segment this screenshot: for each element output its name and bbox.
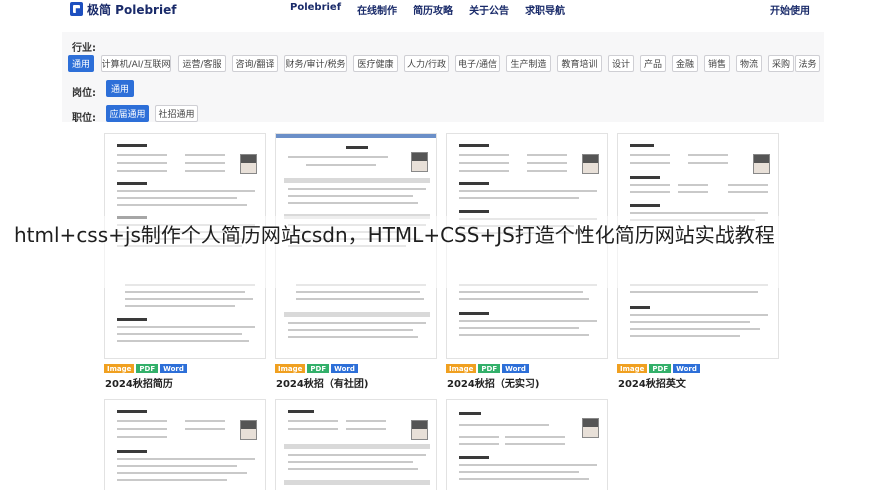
nav-item-online-make[interactable]: 在线制作: [357, 2, 397, 17]
format-badges: Image PDF Word: [104, 364, 187, 373]
resume-template-card[interactable]: [275, 399, 437, 490]
template-title[interactable]: 2024秋招简历: [105, 375, 173, 390]
format-badges: Image PDF Word: [446, 364, 529, 373]
industry-tag[interactable]: 金融: [672, 55, 698, 72]
format-badges: Image PDF Word: [275, 364, 358, 373]
image-badge[interactable]: Image: [104, 364, 135, 373]
industry-label: 行业:: [72, 43, 96, 54]
stage-tag[interactable]: 社招通用: [155, 105, 198, 122]
stage-tag[interactable]: 应届通用: [106, 105, 149, 122]
top-navbar: 极简 Polebrief Polebrief 在线制作 简历攻略 关于公告 求职…: [0, 0, 875, 20]
word-badge[interactable]: Word: [673, 364, 700, 373]
industry-tag[interactable]: 采购: [768, 55, 794, 72]
nav-item-polebrief[interactable]: Polebrief: [290, 2, 341, 17]
logo-icon: [70, 2, 83, 16]
industry-tag[interactable]: 医疗健康: [353, 55, 398, 72]
industry-tag[interactable]: 教育培训: [557, 55, 602, 72]
image-badge[interactable]: Image: [446, 364, 477, 373]
template-title[interactable]: 2024秋招（有社团): [276, 375, 368, 390]
industry-tag[interactable]: 设计: [608, 55, 634, 72]
resume-template-card[interactable]: [446, 399, 608, 490]
industry-tag[interactable]: 通用: [68, 55, 94, 72]
filter-panel: 行业: 通用 计算机/AI/互联网 运营/客服 咨询/翻译 财务/审计/税务 医…: [62, 32, 824, 124]
word-badge[interactable]: Word: [331, 364, 358, 373]
resume-template-card[interactable]: [104, 399, 266, 490]
industry-tag[interactable]: 人力/行政: [404, 55, 449, 72]
nav-item-announcements[interactable]: 关于公告: [469, 2, 509, 17]
pdf-badge[interactable]: PDF: [307, 364, 330, 373]
industry-tag[interactable]: 计算机/AI/互联网: [101, 55, 171, 72]
template-title[interactable]: 2024秋招（无实习): [447, 375, 539, 390]
brand-logo[interactable]: 极简 Polebrief: [70, 0, 176, 18]
word-badge[interactable]: Word: [160, 364, 187, 373]
industry-tag[interactable]: 财务/审计/税务: [284, 55, 347, 72]
industry-tag[interactable]: 咨询/翻译: [232, 55, 278, 72]
start-button[interactable]: 开始使用: [770, 2, 810, 17]
pdf-badge[interactable]: PDF: [649, 364, 672, 373]
industry-tag[interactable]: 销售: [704, 55, 730, 72]
industry-tag[interactable]: 运营/客服: [178, 55, 226, 72]
industry-tag[interactable]: 电子/通信: [455, 55, 500, 72]
position-tag[interactable]: 通用: [106, 80, 134, 97]
main-nav: Polebrief 在线制作 简历攻略 关于公告 求职导航: [290, 2, 565, 17]
pdf-badge[interactable]: PDF: [136, 364, 159, 373]
nav-item-resume-guide[interactable]: 简历攻略: [413, 2, 453, 17]
stage-label: 职位:: [72, 113, 96, 124]
position-label: 岗位:: [72, 88, 96, 99]
format-badges: Image PDF Word: [617, 364, 700, 373]
industry-tag[interactable]: 产品: [640, 55, 666, 72]
overlay-caption: html+css+js制作个人简历网站csdn，HTML+CSS+JS打造个性化…: [14, 223, 775, 247]
industry-tag[interactable]: 法务: [795, 55, 820, 72]
industry-tag[interactable]: 生产制造: [506, 55, 551, 72]
pdf-badge[interactable]: PDF: [478, 364, 501, 373]
industry-tag[interactable]: 物流: [736, 55, 762, 72]
image-badge[interactable]: Image: [617, 364, 648, 373]
logo-text: 极简 Polebrief: [87, 2, 177, 17]
template-title[interactable]: 2024秋招英文: [618, 375, 686, 390]
image-badge[interactable]: Image: [275, 364, 306, 373]
nav-item-job-navigation[interactable]: 求职导航: [525, 2, 565, 17]
word-badge[interactable]: Word: [502, 364, 529, 373]
